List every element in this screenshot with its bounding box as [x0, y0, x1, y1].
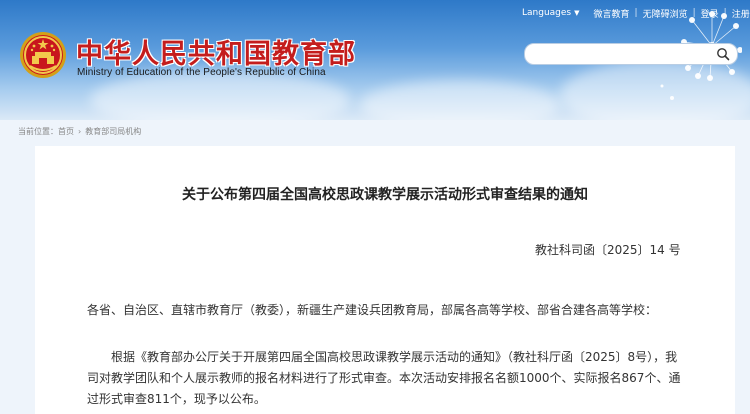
- search-box: [524, 43, 738, 67]
- search-icon[interactable]: [716, 47, 730, 61]
- site-title-english: Ministry of Education of the People's Re…: [77, 67, 326, 78]
- article-panel: 关于公布第四届全国高校思政课教学展示活动形式审查结果的通知 教社科司函〔2025…: [35, 146, 735, 414]
- site-header: Languages ▼ 微言教育 | 无障碍浏览 | 登录 | 注册 中华人民共…: [0, 0, 750, 120]
- link-separator: |: [692, 8, 696, 18]
- cloud-decoration: [360, 80, 560, 120]
- breadcrumb-section-link[interactable]: 教育部司局机构: [85, 126, 141, 137]
- body-line: 根据《教育部办公厅关于开展第四届全国高校思政课教学展示活动的通知》（教社科厅函〔…: [111, 350, 678, 364]
- login-link[interactable]: 登录: [701, 7, 719, 20]
- register-link[interactable]: 注册: [732, 7, 750, 20]
- top-utility-links: Languages ▼ 微言教育 | 无障碍浏览 | 登录 | 注册: [522, 6, 750, 20]
- accessibility-link[interactable]: 无障碍浏览: [643, 7, 688, 20]
- link-separator: |: [634, 8, 638, 18]
- link-separator: |: [723, 8, 727, 18]
- national-emblem-icon[interactable]: [18, 30, 68, 80]
- article-body: 根据《教育部办公厅关于开展第四届全国高校思政课教学展示活动的通知》（教社科厅函〔…: [87, 347, 680, 410]
- chevron-down-icon: ▼: [574, 9, 580, 17]
- breadcrumb-home-link[interactable]: 首页: [58, 126, 74, 137]
- body-line: 司对教学团队和个人展示教师的报名材料进行了形式审查。本次活动安排报名名额1000…: [87, 371, 681, 385]
- document-number: 教社科司函〔2025〕14 号: [535, 243, 681, 257]
- body-line: 过形式审查811个，现予以公布。: [87, 392, 266, 406]
- languages-menu[interactable]: Languages ▼: [522, 8, 580, 18]
- site-title-chinese[interactable]: 中华人民共和国教育部: [76, 32, 356, 71]
- breadcrumb: 当前位置： 首页 › 教育部司局机构: [18, 126, 141, 137]
- breadcrumb-prefix: 当前位置：: [18, 127, 58, 136]
- salutation: 各省、自治区、直辖市教育厅（教委），新疆生产建设兵团教育局，部属各高等学校、部省…: [87, 303, 658, 317]
- search-input[interactable]: [535, 46, 719, 67]
- article-title: 关于公布第四届全国高校思政课教学展示活动形式审查结果的通知: [182, 187, 588, 203]
- languages-label: Languages: [522, 8, 572, 18]
- breadcrumb-separator: ›: [78, 127, 82, 136]
- weibo-link[interactable]: 微言教育: [594, 7, 630, 20]
